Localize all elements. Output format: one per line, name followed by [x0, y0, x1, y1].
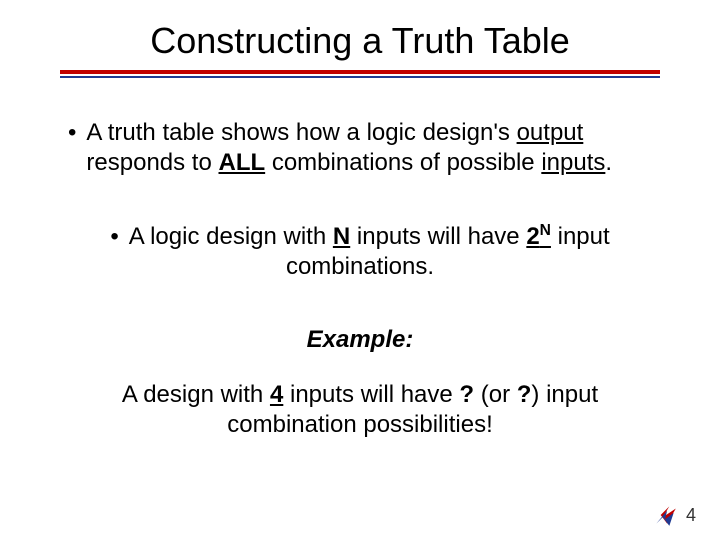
bullet1-all: ALL: [219, 149, 266, 176]
bullet1-text: .: [605, 149, 612, 176]
bullet-dot: •: [110, 223, 118, 250]
bullet1-text: A truth table shows how a logic design's: [86, 119, 516, 146]
slide-title: Constructing a Truth Table: [60, 20, 660, 62]
bullet2-text: inputs will have: [350, 223, 526, 250]
example-label: Example:: [60, 326, 660, 354]
slide-footer: 4: [652, 502, 696, 528]
example-q2: ?: [517, 381, 532, 408]
bullet2-N: N: [333, 223, 350, 250]
bullet-1: • A truth table shows how a logic design…: [60, 118, 660, 178]
bullet-2: •A logic design with N inputs will have …: [60, 222, 660, 282]
example-text: A design with 4 inputs will have ? (or ?…: [60, 380, 660, 440]
logo-icon: [652, 502, 678, 528]
title-rule-blue: [60, 76, 660, 78]
page-number: 4: [686, 505, 696, 526]
bullet-dot: •: [60, 118, 76, 178]
example-q1: ?: [459, 381, 474, 408]
bullet1-text: responds to: [86, 149, 218, 176]
bullet2-text: A logic design with: [129, 223, 333, 250]
bullet1-inputs: inputs: [541, 149, 605, 176]
example-four: 4: [270, 381, 283, 408]
bullet1-text: combinations of possible: [265, 149, 541, 176]
bullet1-output: output: [517, 119, 584, 146]
bullet2-two-to-N: 2N: [526, 223, 551, 250]
title-rule-red: [60, 70, 660, 74]
